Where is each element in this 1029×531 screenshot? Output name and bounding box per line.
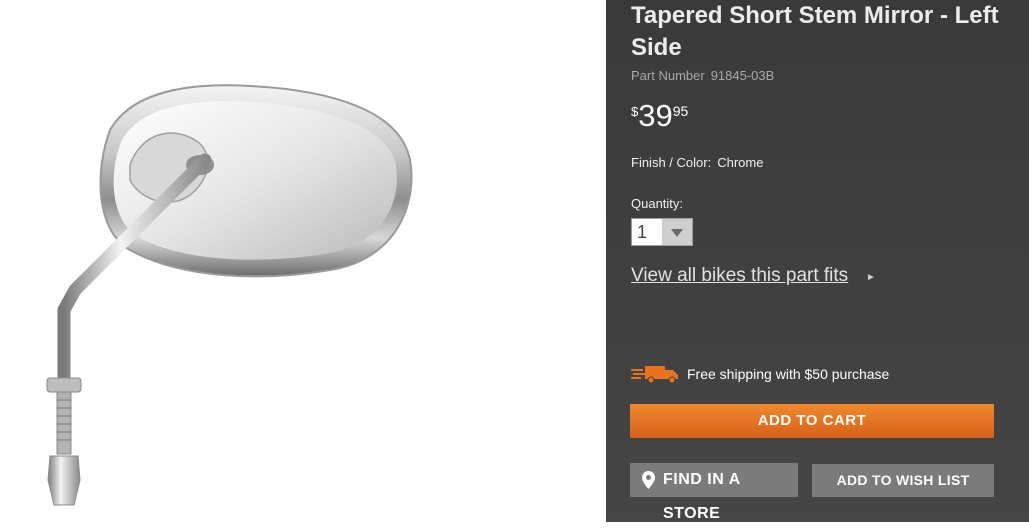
delivery-truck-icon [631,366,678,384]
price-dollars: 39 [638,98,673,133]
find-in-store-button[interactable]: FIND IN A STORE [630,463,798,522]
part-number-value: 91845-03B [710,68,775,83]
free-shipping-text: Free shipping with $50 purchase [687,366,890,382]
part-number-label: Part Number [631,68,705,83]
quantity-select[interactable]: 1 [631,218,693,246]
finish-row: Finish / Color: Chrome [631,155,763,170]
add-to-cart-button[interactable]: ADD TO CART [630,404,994,438]
finish-label: Finish / Color: [631,155,712,170]
part-number-row: Part Number 91845-03B [631,68,774,83]
product-page: Tapered Short Stem Mirror - Left Side Pa… [0,0,1029,522]
map-pin-icon [642,471,655,489]
product-image-pane [0,0,606,522]
quantity-label: Quantity: [631,196,684,211]
view-bikes-link[interactable]: View all bikes this part fits [631,265,848,287]
find-in-store-label: FIND IN A STORE [663,471,741,522]
price-currency: $ [631,104,639,119]
quantity-value: 1 [637,222,648,242]
product-price: $3995 [631,98,688,134]
product-image[interactable] [0,0,606,522]
chevron-right-icon: ► [866,272,876,283]
product-title: Tapered Short Stem Mirror - Left Side [631,2,999,61]
chevron-down-icon[interactable] [662,219,692,245]
price-cents: 95 [672,103,689,119]
add-to-wish-list-button[interactable]: ADD TO WISH LIST [812,464,994,497]
finish-value: Chrome [717,155,764,170]
product-info-panel: Tapered Short Stem Mirror - Left Side Pa… [606,0,1029,522]
